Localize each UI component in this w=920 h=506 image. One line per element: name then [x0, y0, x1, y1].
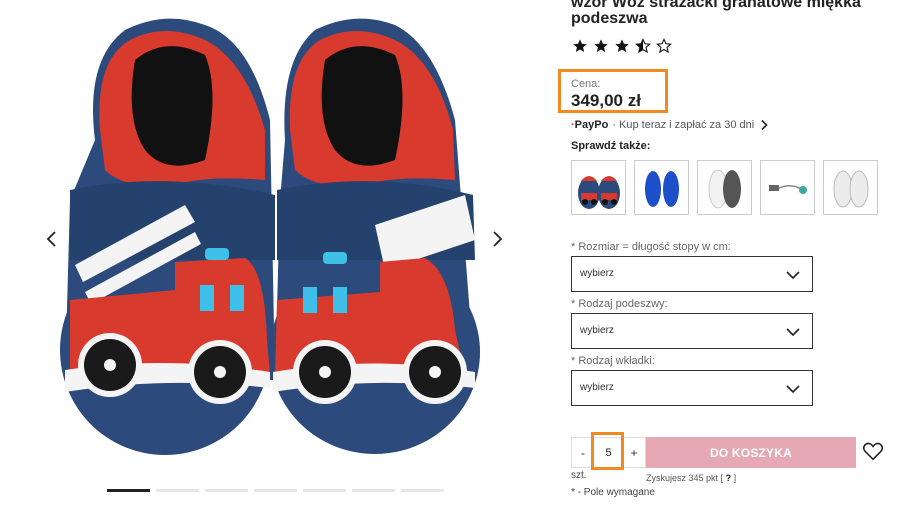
insole-select-value: wybierz — [580, 382, 614, 393]
gallery-dot[interactable] — [303, 489, 346, 492]
related-products — [571, 160, 878, 215]
sole-select-value: wybierz — [580, 325, 614, 336]
gallery-next-button[interactable] — [486, 228, 508, 250]
loyalty-points-help[interactable]: ? — [726, 473, 732, 483]
left-shoe — [60, 18, 275, 455]
star-half-icon — [635, 38, 651, 54]
chevron-down-icon — [786, 328, 800, 337]
see-also-label: Sprawdź także: — [571, 140, 651, 152]
quantity-unit: szt. — [571, 470, 587, 481]
related-product-thumb[interactable] — [697, 160, 752, 215]
product-gallery — [0, 0, 545, 506]
loyalty-points-text: Zyskujesz 345 pkt [ — [646, 473, 724, 483]
star-filled-icon — [594, 39, 608, 52]
sole-label: * Rodzaj podeszwy: — [571, 298, 668, 310]
paypo-text: · Kup teraz i zapłać za 30 dni — [612, 119, 755, 131]
related-product-thumb[interactable] — [760, 160, 815, 215]
gallery-dot[interactable] — [156, 489, 199, 492]
product-photo — [60, 18, 480, 455]
paypo-link[interactable]: ·PayPo · Kup teraz i zapłać za 30 dni — [571, 119, 770, 131]
product-title: wzór Wóz strażacki granatowe miękka pode… — [571, 0, 861, 27]
size-label: * Rozmiar = długość stopy w cm: — [571, 241, 731, 253]
star-filled-icon — [615, 39, 629, 52]
loyalty-points-end: ] — [733, 473, 737, 483]
insole-label: * Rodzaj wkładki: — [571, 355, 655, 367]
quantity-plus-button[interactable]: + — [623, 438, 645, 467]
size-select[interactable]: wybierz — [571, 256, 813, 292]
gallery-dot[interactable] — [254, 489, 297, 492]
chevron-down-icon — [786, 385, 800, 394]
star-filled-icon — [573, 39, 587, 52]
gallery-dot[interactable] — [205, 489, 248, 492]
price-value: 349,00 zł — [571, 91, 641, 110]
right-shoe — [270, 18, 480, 454]
chevron-left-icon — [46, 231, 56, 247]
quantity-highlight — [591, 432, 624, 470]
add-to-cart-button[interactable]: DO KOSZYKA — [646, 437, 856, 468]
size-select-value: wybierz — [580, 268, 614, 279]
related-product-thumb[interactable] — [571, 160, 626, 215]
gallery-dot[interactable] — [107, 489, 150, 492]
chevron-right-icon — [761, 119, 768, 131]
chevron-right-icon — [493, 231, 503, 247]
fire-truck-shoes-thumb — [577, 175, 620, 209]
gallery-dot[interactable] — [401, 489, 444, 492]
gallery-dot[interactable] — [352, 489, 395, 492]
white-grey-soles-thumb — [708, 169, 741, 208]
gallery-prev-button[interactable] — [41, 228, 63, 250]
related-product-thumb[interactable] — [634, 160, 689, 215]
star-empty-icon — [656, 38, 672, 54]
paypo-logo: ·PayPo — [571, 119, 609, 131]
gallery-pagination — [107, 489, 444, 492]
price-label: Cena: — [571, 78, 601, 90]
chevron-down-icon — [786, 271, 800, 280]
heart-icon[interactable] — [862, 440, 884, 462]
insole-select[interactable]: wybierz — [571, 370, 813, 406]
sole-select[interactable]: wybierz — [571, 313, 813, 349]
loyalty-points: Zyskujesz 345 pkt [ ? ] — [646, 473, 736, 483]
accessory-clip-thumb — [768, 184, 807, 194]
blue-insoles-thumb — [644, 170, 679, 207]
rating-stars — [572, 38, 672, 54]
related-product-thumb[interactable] — [823, 160, 878, 215]
required-fields-note: * - Pole wymagane — [571, 487, 655, 498]
fleece-insoles-thumb — [833, 170, 868, 207]
